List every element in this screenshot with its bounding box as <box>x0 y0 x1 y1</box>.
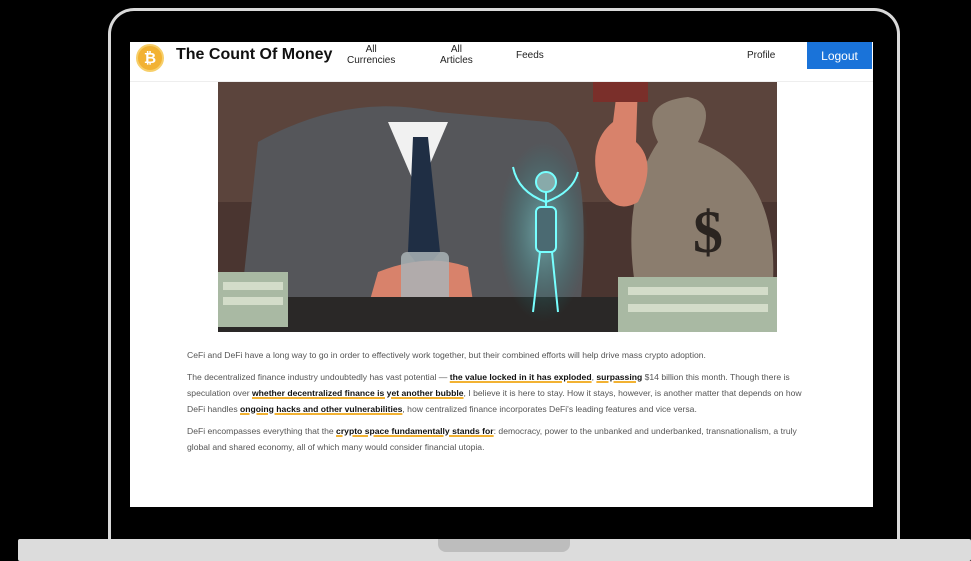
profile-link[interactable]: Profile <box>747 50 775 61</box>
nav-feeds[interactable]: Feeds <box>516 50 544 61</box>
nav-all-articles[interactable]: All Articles <box>440 44 473 66</box>
hero-illustration: $ <box>218 82 777 332</box>
article-body: CeFi and DeFi have a long way to go in o… <box>187 347 817 461</box>
article-paragraph: DeFi encompasses everything that the cry… <box>187 426 797 452</box>
article-link[interactable]: whether decentralized finance is yet ano… <box>252 388 464 398</box>
brand-title[interactable]: The Count Of Money <box>176 46 332 64</box>
article-paragraph: The decentralized finance industry undou… <box>187 372 802 414</box>
article-paragraph: CeFi and DeFi have a long way to go in o… <box>187 350 706 360</box>
navbar: ₿ The Count Of Money All Currencies All … <box>130 42 873 82</box>
laptop-notch <box>438 539 570 552</box>
nav-all-currencies[interactable]: All Currencies <box>347 44 395 66</box>
svg-text:$: $ <box>693 199 723 265</box>
bitcoin-logo-icon[interactable]: ₿ <box>136 44 164 72</box>
browser-screen: ₿ The Count Of Money All Currencies All … <box>130 42 873 507</box>
article-link[interactable]: crypto space fundamentally stands for <box>336 426 494 436</box>
logout-button[interactable]: Logout <box>807 42 872 69</box>
article-link[interactable]: the value locked in it has exploded <box>450 372 592 382</box>
article-link[interactable]: surpassing <box>596 372 642 382</box>
article-hero-image: $ <box>218 82 777 332</box>
article-link[interactable]: ongoing hacks and other vulnerabilities <box>240 404 402 414</box>
